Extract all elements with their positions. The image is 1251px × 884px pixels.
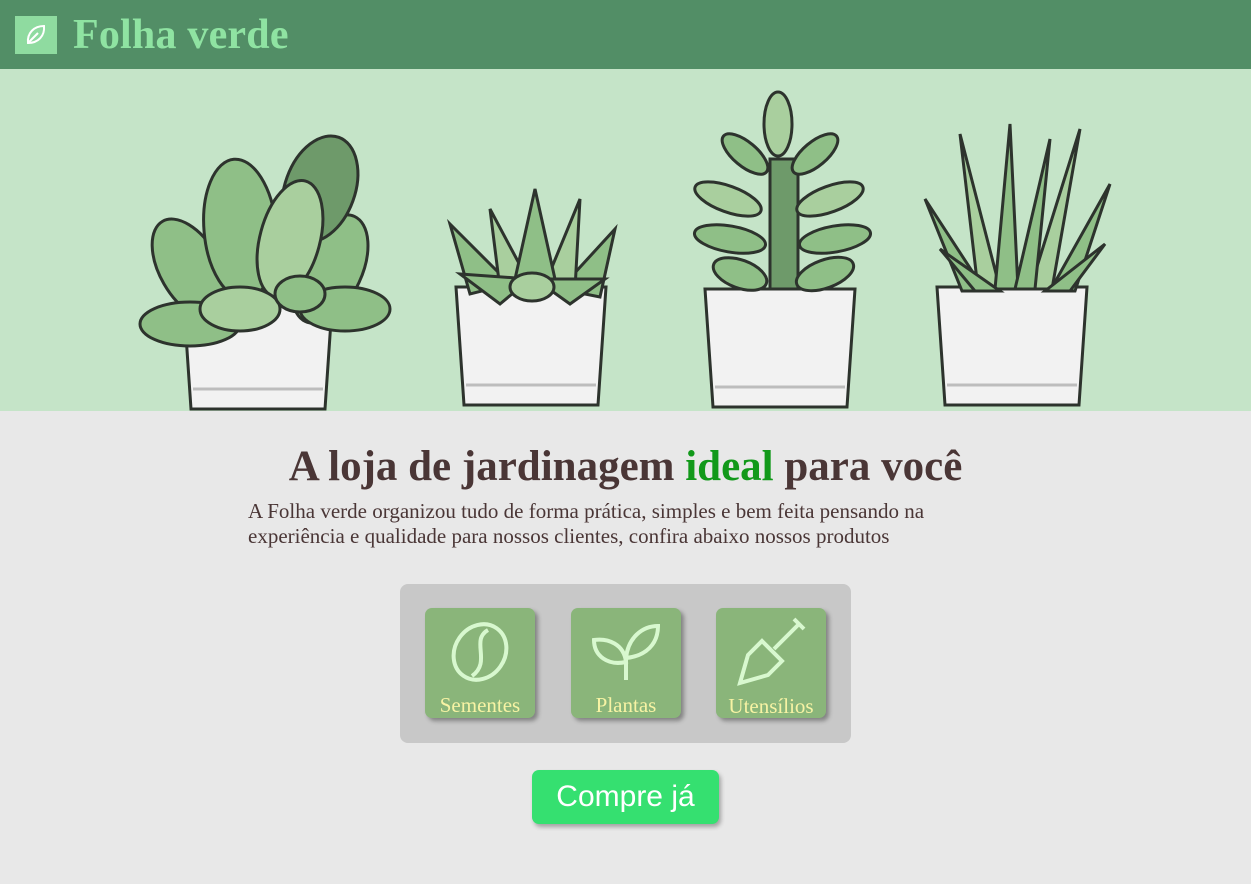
category-label: Sementes [439,693,521,717]
category-label: Utensílios [728,694,814,718]
succulents-illustration [0,69,1251,411]
headline-after: para você [773,443,963,490]
headline-before: A loja de jardinagem [288,443,686,490]
category-sementes[interactable]: Sementes [425,608,535,718]
hero-banner [0,69,1251,411]
top-bar: Folha verde [0,0,1251,69]
buy-now-button[interactable]: Compre já [532,770,719,824]
category-utensilios[interactable]: Utensílios [716,608,826,718]
category-panel: Sementes Plantas Utensílios [400,584,851,743]
category-label: Plantas [595,693,657,717]
intro-text: A Folha verde organizou tudo de forma pr… [248,499,925,548]
page-headline: A loja de jardinagem ideal para você [0,441,1251,493]
headline-accent: ideal [685,443,774,490]
category-plantas[interactable]: Plantas [571,608,681,718]
leaf-icon[interactable] [15,15,57,54]
shovel-icon [736,617,806,687]
brand-name[interactable]: Folha verde [73,11,289,59]
seed-icon [448,617,512,686]
sprout-icon [590,617,662,686]
